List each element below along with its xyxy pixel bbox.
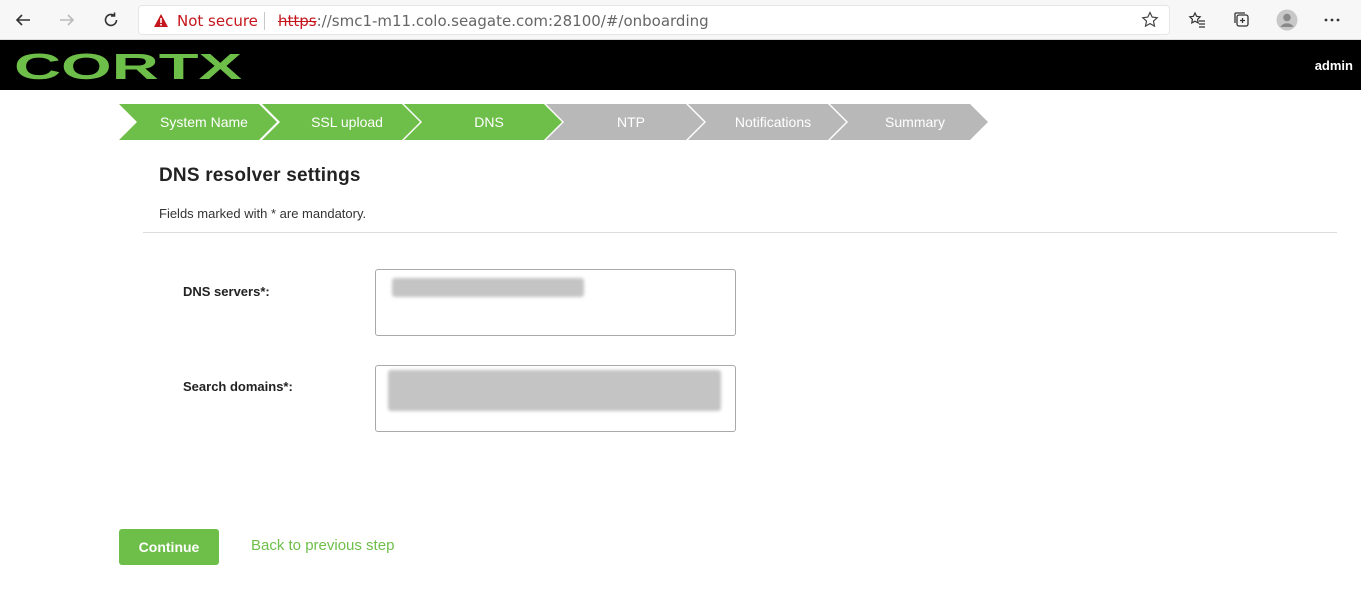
step-notifications[interactable]: Notifications bbox=[688, 104, 846, 140]
url-text[interactable]: https://smc1-m11.colo.seagate.com:28100/… bbox=[278, 12, 709, 30]
url-protocol: https bbox=[278, 12, 317, 30]
step-ntp[interactable]: NTP bbox=[546, 104, 704, 140]
page-title: DNS resolver settings bbox=[159, 165, 361, 186]
back-to-previous-link[interactable]: Back to previous step bbox=[251, 537, 394, 554]
step-label: DNS bbox=[474, 114, 504, 130]
step-label: SSL upload bbox=[311, 114, 383, 130]
browser-toolbar: Not secure https://smc1-m11.colo.seagate… bbox=[0, 0, 1361, 40]
logo-text: CORTX bbox=[14, 52, 242, 82]
search-domains-label: Search domains*: bbox=[183, 379, 293, 394]
more-icon[interactable] bbox=[1317, 5, 1347, 35]
onboarding-stepper: System Name SSL upload DNS NTP Notificat… bbox=[119, 104, 989, 140]
favorites-icon[interactable] bbox=[1182, 5, 1212, 35]
refresh-icon[interactable] bbox=[96, 5, 126, 35]
step-system-name[interactable]: System Name bbox=[119, 104, 277, 140]
redacted-value bbox=[388, 370, 721, 411]
address-bar[interactable]: Not secure https://smc1-m11.colo.seagate… bbox=[138, 5, 1170, 35]
user-menu[interactable]: admin bbox=[1315, 58, 1353, 73]
dns-servers-label: DNS servers*: bbox=[183, 284, 270, 299]
url-path: ://smc1-m11.colo.seagate.com:28100/#/onb… bbox=[316, 12, 709, 30]
star-icon[interactable] bbox=[1141, 11, 1159, 29]
step-ssl-upload[interactable]: SSL upload bbox=[262, 104, 420, 140]
dns-servers-input[interactable] bbox=[375, 269, 736, 336]
step-label: NTP bbox=[617, 114, 645, 130]
step-label: System Name bbox=[160, 114, 248, 130]
forward-arrow-icon[interactable] bbox=[52, 5, 82, 35]
step-label: Summary bbox=[885, 114, 945, 130]
step-summary[interactable]: Summary bbox=[830, 104, 988, 140]
step-label: Notifications bbox=[734, 114, 812, 130]
security-label[interactable]: Not secure bbox=[177, 12, 258, 30]
mandatory-note: Fields marked with * are mandatory. bbox=[159, 206, 367, 221]
search-domains-input[interactable] bbox=[375, 365, 736, 432]
address-separator bbox=[264, 12, 265, 30]
cortx-logo: CORTX bbox=[14, 46, 244, 87]
app-header: CORTX admin bbox=[0, 40, 1361, 90]
divider bbox=[143, 232, 1337, 233]
collections-icon[interactable] bbox=[1227, 5, 1257, 35]
warning-icon bbox=[154, 14, 168, 27]
back-arrow-icon[interactable] bbox=[8, 5, 38, 35]
redacted-value bbox=[392, 278, 584, 297]
continue-button[interactable]: Continue bbox=[119, 529, 219, 565]
step-dns[interactable]: DNS bbox=[404, 104, 562, 140]
profile-icon[interactable] bbox=[1272, 5, 1302, 35]
